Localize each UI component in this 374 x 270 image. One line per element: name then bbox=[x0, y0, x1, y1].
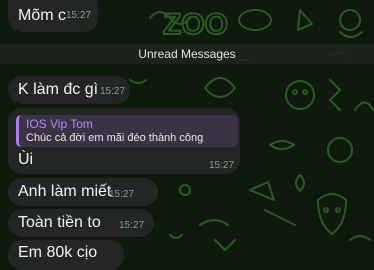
message-bubble[interactable]: Mõm c 15:27 bbox=[8, 0, 98, 32]
message-time: 15:27 bbox=[209, 160, 235, 171]
reply-text: Chúc cả đời em mãi đéo thành công bbox=[26, 132, 204, 144]
message-text: Toàn tiền to bbox=[18, 214, 101, 231]
message-time: 15:27 bbox=[100, 86, 126, 97]
message-text: Anh làm miết bbox=[18, 183, 112, 200]
reply-sender-name: IOS Vip Tom bbox=[26, 117, 93, 131]
reply-preview[interactable]: IOS Vip Tom Chúc cả đời em mãi đéo thành… bbox=[16, 115, 238, 147]
unread-messages-divider: Unread Messages bbox=[0, 44, 374, 64]
message-text: Mõm c bbox=[18, 7, 66, 24]
message-bubble[interactable]: Toàn tiền to 15:27 bbox=[8, 209, 154, 237]
svg-text:ZOO: ZOO bbox=[163, 8, 228, 41]
message-bubble[interactable]: K làm đc gì 15:27 bbox=[8, 76, 130, 104]
message-text: K làm đc gì bbox=[18, 81, 99, 98]
message-bubble[interactable]: Em 80k cịo bbox=[8, 240, 124, 270]
message-text: Em 80k cịo bbox=[18, 244, 98, 261]
message-time: 15:27 bbox=[66, 10, 92, 21]
message-text: Ùi bbox=[18, 151, 34, 168]
divider-label: Unread Messages bbox=[138, 47, 236, 61]
message-time: 15:27 bbox=[119, 220, 145, 231]
message-time: 15:27 bbox=[109, 189, 135, 200]
message-bubble[interactable]: IOS Vip Tom Chúc cả đời em mãi đéo thành… bbox=[8, 108, 240, 174]
message-bubble[interactable]: Anh làm miết 15:27 bbox=[8, 178, 158, 206]
